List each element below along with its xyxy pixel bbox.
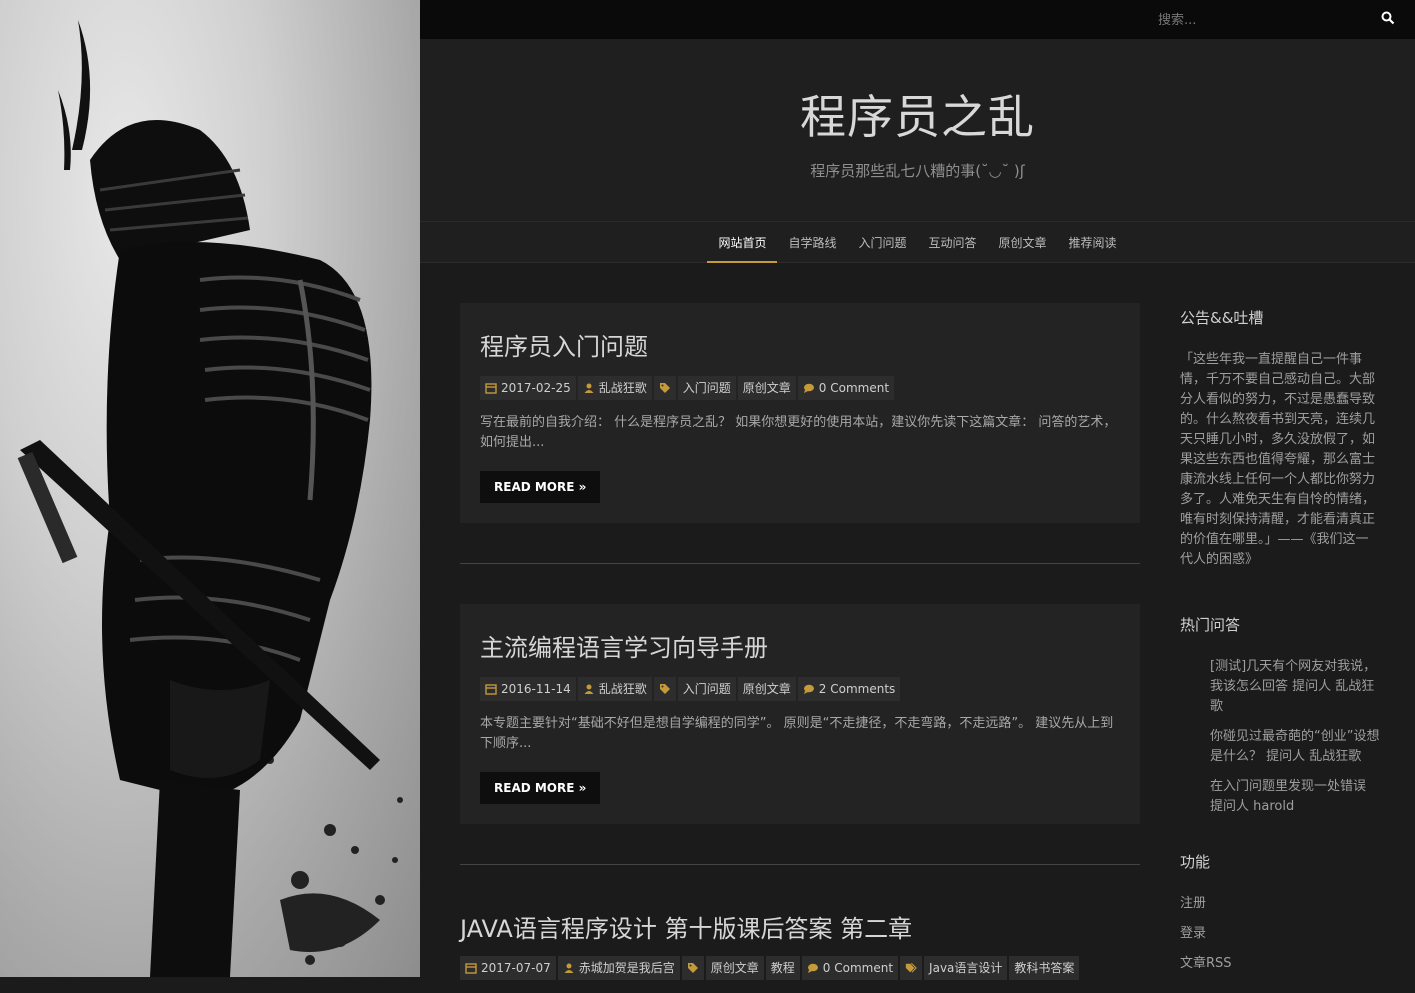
- user-icon: [584, 383, 594, 393]
- post-divider: [460, 864, 1140, 865]
- post-date: 2017-07-07: [460, 956, 556, 980]
- post-comments[interactable]: 2 Comments: [797, 677, 901, 701]
- tag-marker: [653, 677, 676, 701]
- post-author-text: 乱战狂歌: [598, 682, 647, 696]
- nav-item-recommended[interactable]: 推荐阅读: [1058, 222, 1128, 262]
- tags-icon: [905, 963, 917, 973]
- nav-item-home[interactable]: 网站首页: [707, 222, 778, 263]
- post-author-text: 乱战狂歌: [598, 381, 647, 395]
- notice-widget-title: 公告&&吐槽: [1180, 309, 1264, 327]
- post-date-text: 2017-07-07: [481, 961, 551, 975]
- post-comments-text: 2 Comments: [818, 682, 896, 696]
- nav-item-original-articles[interactable]: 原创文章: [988, 222, 1058, 262]
- post-entry: JAVA语言程序设计 第十版课后答案 第二章 2017-07-07 赤城加贺是我…: [460, 905, 1140, 980]
- post-card: 程序员入门问题 2017-02-25 乱战狂歌 入门问题 原创文章 0 Comm: [460, 303, 1140, 523]
- user-icon: [564, 963, 574, 973]
- post-tag[interactable]: 原创文章: [737, 376, 796, 400]
- read-more-button[interactable]: READ MORE »: [480, 772, 601, 804]
- sidebar: 公告&&吐槽 「这些年我一直提醒自己一件事情，千万不要自己感动自己。大部分人看似…: [1180, 303, 1380, 984]
- post-comments[interactable]: 0 Comment: [797, 376, 895, 400]
- post-date: 2017-02-25: [480, 376, 576, 400]
- post-meta: 2017-07-07 赤城加贺是我后宫 原创文章 教程 0 Comment Ja…: [460, 956, 1140, 980]
- post-comments[interactable]: 0 Comment: [801, 956, 899, 980]
- tags-marker: [900, 956, 923, 980]
- post-author[interactable]: 赤城加贺是我后宫: [557, 956, 680, 980]
- functions-list: 注册 登录 文章RSS: [1180, 894, 1380, 984]
- post-excerpt: 本专题主要针对“基础不好但是想自学编程的同学”。 原则是“不走捷径，不走弯路，不…: [480, 716, 1114, 751]
- samurai-artwork: [0, 0, 420, 977]
- post-author[interactable]: 乱战狂歌: [577, 677, 652, 701]
- post-title[interactable]: JAVA语言程序设计 第十版课后答案 第二章: [460, 909, 1140, 944]
- post-author-text: 赤城加贺是我后宫: [578, 961, 675, 975]
- main-content: 程序员之乱 程序员那些乱七八糟的事(˘◡˘ )ʃ 网站首页 自学路线 入门问题 …: [420, 0, 1415, 980]
- comment-icon: [803, 383, 814, 393]
- read-more-button[interactable]: READ MORE »: [480, 471, 601, 503]
- post-comments-text: 0 Comment: [818, 381, 890, 395]
- post-tag[interactable]: 原创文章: [737, 677, 796, 701]
- post-meta: 2016-11-14 乱战狂歌 入门问题 原创文章 2 Comments: [480, 677, 1120, 701]
- hot-qa-item[interactable]: 在入门问题里发现一处错误 提问人 harold: [1210, 777, 1380, 817]
- calendar-icon: [465, 963, 477, 974]
- hot-qa-item[interactable]: [测试]几天有个网友对我说，我该怎么回答 提问人 乱战狂歌: [1210, 657, 1380, 717]
- comment-icon: [803, 684, 814, 694]
- post-tag[interactable]: 教程: [765, 956, 800, 980]
- comment-icon: [807, 963, 818, 973]
- post-title[interactable]: 程序员入门问题: [480, 327, 1120, 362]
- nav-item-learning-path[interactable]: 自学路线: [777, 222, 847, 262]
- post-date: 2016-11-14: [480, 677, 576, 701]
- hot-qa-widget-title: 热门问答: [1180, 616, 1241, 634]
- post-list: 程序员入门问题 2017-02-25 乱战狂歌 入门问题 原创文章 0 Comm: [460, 303, 1140, 993]
- post-date-text: 2016-11-14: [501, 682, 571, 696]
- search-button[interactable]: [1378, 9, 1398, 29]
- post-card: 主流编程语言学习向导手册 2016-11-14 乱战狂歌 入门问题 原创文章 2: [460, 604, 1140, 824]
- top-bar: [420, 0, 1415, 39]
- search-icon: [1381, 11, 1395, 24]
- functions-widget-title: 功能: [1180, 853, 1211, 871]
- search-input[interactable]: [1158, 8, 1378, 32]
- site-subtitle: 程序员那些乱七八糟的事(˘◡˘ )ʃ: [810, 162, 1025, 180]
- rss-link[interactable]: 文章RSS: [1180, 954, 1380, 984]
- notice-text: 「这些年我一直提醒自己一件事情，千万不要自己感动自己。大部分人看似的努力，不过是…: [1180, 352, 1376, 567]
- post-date-text: 2017-02-25: [501, 381, 571, 395]
- post-tag[interactable]: 原创文章: [705, 956, 764, 980]
- user-icon: [584, 684, 594, 694]
- post-comments-text: 0 Comment: [822, 961, 894, 975]
- tag-marker: [681, 956, 704, 980]
- post-meta: 2017-02-25 乱战狂歌 入门问题 原创文章 0 Comment: [480, 376, 1120, 400]
- tag-icon: [687, 963, 698, 973]
- nav-item-qa[interactable]: 互动问答: [918, 222, 988, 262]
- post-author[interactable]: 乱战狂歌: [577, 376, 652, 400]
- register-link[interactable]: 注册: [1180, 894, 1380, 924]
- calendar-icon: [485, 684, 497, 695]
- login-link[interactable]: 登录: [1180, 924, 1380, 954]
- post-excerpt: 写在最前的自我介绍： 什么是程序员之乱？ 如果你想更好的使用本站，建议你先读下这…: [480, 415, 1117, 450]
- post-title[interactable]: 主流编程语言学习向导手册: [480, 628, 1120, 663]
- post-tag[interactable]: 入门问题: [677, 376, 736, 400]
- samurai-illustration: [17, 20, 403, 977]
- calendar-icon: [485, 383, 497, 394]
- nav-item-beginner-questions[interactable]: 入门问题: [847, 222, 917, 262]
- tag-icon: [659, 383, 670, 393]
- hot-qa-list: [测试]几天有个网友对我说，我该怎么回答 提问人 乱战狂歌 你碰见过最奇葩的“创…: [1180, 657, 1380, 817]
- main-nav: 网站首页 自学路线 入门问题 互动问答 原创文章 推荐阅读: [420, 221, 1415, 263]
- post-tag[interactable]: Java语言设计: [924, 956, 1008, 980]
- post-tag[interactable]: 教科书答案: [1009, 956, 1080, 980]
- site-header: 程序员之乱 程序员那些乱七八糟的事(˘◡˘ )ʃ: [420, 39, 1415, 221]
- post-tag[interactable]: 入门问题: [677, 677, 736, 701]
- hot-qa-item[interactable]: 你碰见过最奇葩的“创业”设想是什么？ 提问人 乱战狂歌: [1210, 727, 1380, 767]
- site-title[interactable]: 程序员之乱: [420, 81, 1415, 147]
- post-divider: [460, 563, 1140, 564]
- tag-marker: [653, 376, 676, 400]
- tag-icon: [659, 684, 670, 694]
